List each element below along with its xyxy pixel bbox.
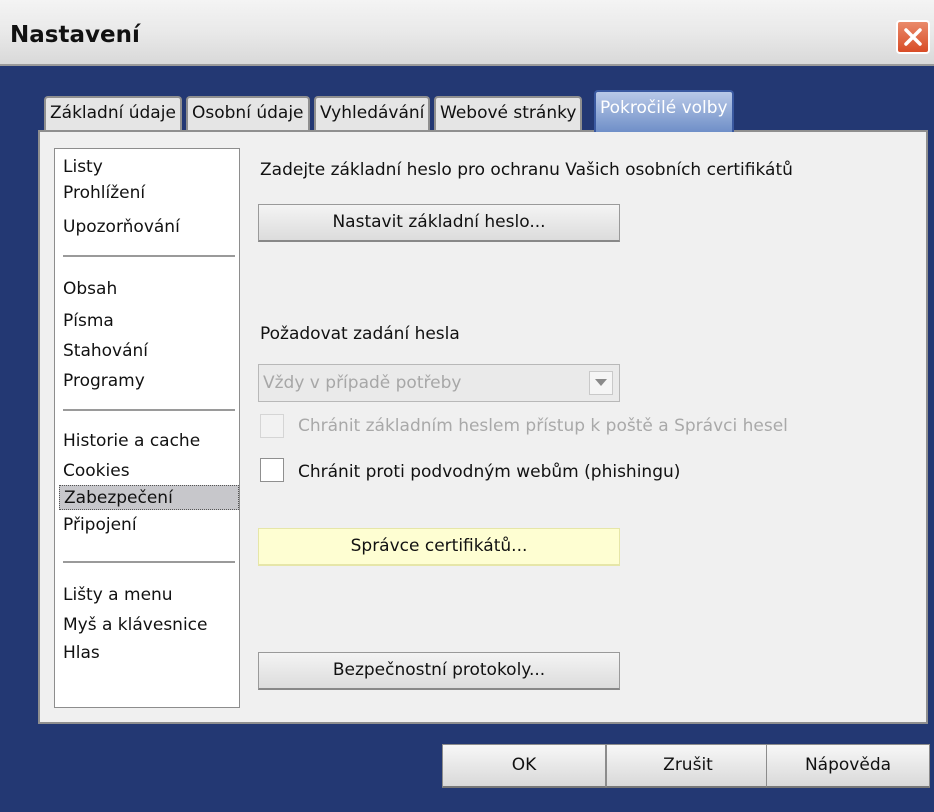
certificate-manager-button[interactable]: Správce certifikátů... (258, 528, 620, 566)
window-title: Nastavení (10, 22, 140, 48)
sidebar-item-prohlizeni[interactable]: Prohlížení (63, 181, 145, 206)
category-list: Listy Prohlížení Upozorňování Obsah Písm… (54, 148, 240, 708)
phishing-checkbox[interactable] (260, 458, 284, 482)
tab-osobni-udaje[interactable]: Osobní údaje (186, 96, 310, 130)
settings-dialog: Nastavení Základní údaje Osobní údaje Vy… (0, 0, 934, 812)
cancel-button[interactable]: Zrušit (606, 744, 770, 788)
sidebar-item-hlas[interactable]: Hlas (63, 641, 100, 666)
tab-pokrocile-volby[interactable]: Pokročilé volby (594, 90, 734, 132)
close-button[interactable] (896, 20, 930, 54)
set-master-password-button[interactable]: Nastavit základní heslo... (258, 204, 620, 242)
sidebar-item-obsah[interactable]: Obsah (63, 277, 117, 302)
sidebar-item-listy-a-menu[interactable]: Lišty a menu (63, 583, 173, 608)
close-icon (904, 28, 922, 46)
sidebar-item-historie-a-cache[interactable]: Historie a cache (63, 429, 200, 454)
sidebar-item-stahovani[interactable]: Stahování (63, 339, 148, 364)
chevron-down-icon (595, 379, 607, 386)
sidebar-divider (63, 409, 235, 411)
protect-mail-checkbox-label: Chránit základním heslem přístup k poště… (298, 416, 788, 436)
ok-button[interactable]: OK (442, 744, 606, 788)
help-button[interactable]: Nápověda (766, 744, 930, 788)
ask-password-select-value: Vždy v případě potřeby (263, 373, 462, 393)
master-password-description: Zadejte základní heslo pro ochranu Vašic… (260, 160, 793, 180)
sidebar-item-cookies[interactable]: Cookies (63, 459, 130, 484)
phishing-checkbox-label: Chránit proti podvodným webům (phishingu… (298, 462, 681, 482)
protect-mail-checkbox[interactable] (260, 414, 284, 438)
dropdown-arrow-icon[interactable] (589, 371, 613, 395)
tab-webove-stranky[interactable]: Webové stránky (434, 96, 583, 130)
sidebar-divider (63, 561, 235, 563)
security-protocols-button[interactable]: Bezpečnostní protokoly... (258, 652, 620, 690)
sidebar-item-pisma[interactable]: Písma (63, 309, 114, 334)
sidebar-item-upozornovani[interactable]: Upozorňování (63, 215, 180, 240)
sidebar-item-zabezpeceni[interactable]: Zabezpečení (59, 485, 239, 510)
sidebar-item-pripojeni[interactable]: Připojení (63, 513, 137, 538)
title-bar[interactable]: Nastavení (0, 0, 934, 66)
sidebar-item-mys-a-klavesnice[interactable]: Myš a klávesnice (63, 613, 207, 638)
tab-zakladni-udaje[interactable]: Základní údaje (44, 96, 182, 130)
tab-vyhledavani[interactable]: Vyhledávání (314, 96, 431, 130)
sidebar-item-listy[interactable]: Listy (63, 155, 103, 180)
sidebar-divider (63, 255, 235, 257)
ask-password-select[interactable]: Vždy v případě potřeby (258, 364, 620, 402)
sidebar-item-programy[interactable]: Programy (63, 369, 145, 394)
ask-password-label: Požadovat zadání hesla (260, 324, 460, 344)
